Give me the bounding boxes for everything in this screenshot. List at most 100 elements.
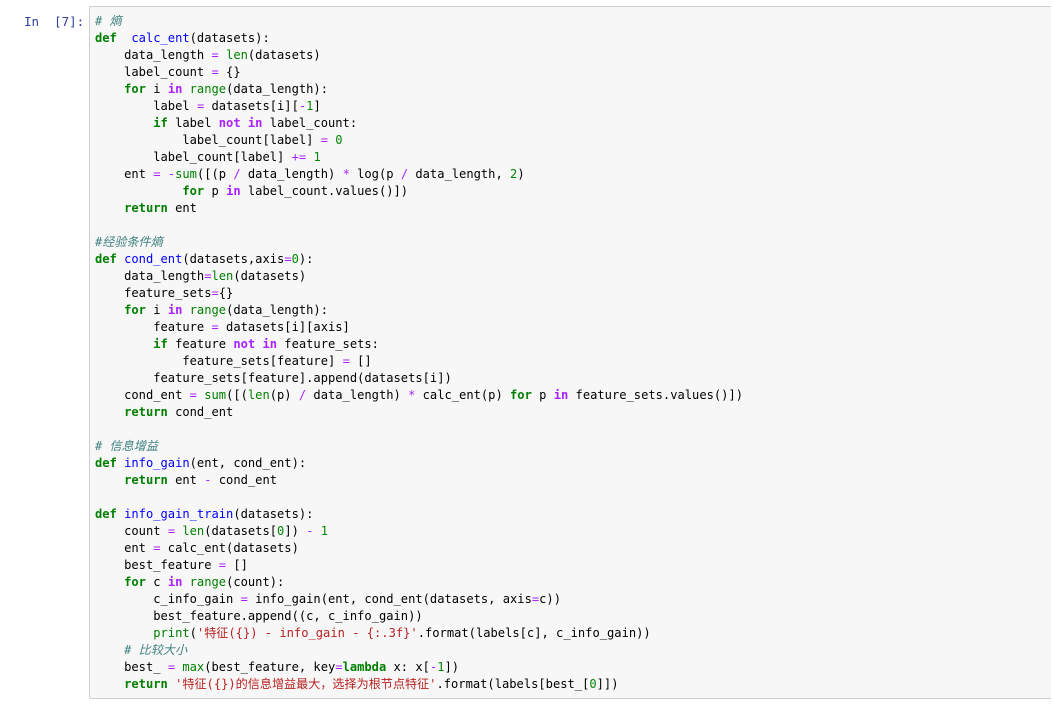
code-token: in (247, 116, 263, 130)
code-line[interactable] (95, 217, 743, 234)
code-token: def (95, 456, 117, 470)
code-line[interactable]: ent = calc_ent(datasets) (95, 540, 743, 557)
code-token: (data_length): (226, 303, 328, 317)
code-token: not (218, 116, 241, 130)
code-line[interactable]: best_feature.append((c, c_info_gain)) (95, 608, 743, 625)
code-token: (count): (226, 575, 285, 589)
code-line[interactable]: #经验条件熵 (95, 234, 743, 251)
code-token: in (167, 303, 183, 317)
code-line[interactable]: if label not in label_count: (95, 115, 743, 132)
code-line[interactable]: cond_ent = sum([(len(p) / data_length) *… (95, 387, 743, 404)
code-line[interactable]: feature = datasets[i][axis] (95, 319, 743, 336)
code-token: 1 (320, 524, 328, 538)
code-line[interactable] (95, 489, 743, 506)
code-token: def (95, 31, 117, 45)
code-line[interactable]: feature_sets[feature] = [] (95, 353, 743, 370)
code-line[interactable]: label_count[label] += 1 (95, 149, 743, 166)
code-line[interactable]: print('特征({}) - info_gain - {:.3f}'.form… (95, 625, 743, 642)
code-line[interactable]: data_length=len(datasets) (95, 268, 743, 285)
code-line[interactable]: if feature not in feature_sets: (95, 336, 743, 353)
code-token: sum (204, 388, 227, 402)
code-line[interactable]: for i in range(data_length): (95, 81, 743, 98)
code-content[interactable]: # 熵 def calc_ent(datasets): data_length =… (95, 13, 743, 693)
code-line[interactable]: for p in label_count.values()]) (95, 183, 743, 200)
code-editor[interactable]: # 熵 def calc_ent(datasets): data_length =… (89, 6, 1051, 699)
code-comment: # 信息增益 (95, 439, 158, 453)
code-token: label_count[label] (95, 150, 292, 164)
code-token: c)) (539, 592, 561, 606)
code-line[interactable]: c_info_gain = info_gain(ent, cond_ent(da… (95, 591, 743, 608)
code-token: data_length, (408, 167, 511, 181)
code-line[interactable]: def cond_ent(datasets,axis=0): (95, 251, 743, 268)
code-line[interactable]: return '特征({})的信息增益最大，选择为根节点特征'.format(l… (95, 676, 743, 693)
code-line[interactable]: # 信息增益 (95, 438, 743, 455)
code-token: 1 (437, 660, 445, 674)
code-token: label_count.values()]) (240, 184, 409, 198)
code-token: = (211, 65, 219, 79)
code-token: range (189, 575, 227, 589)
code-line[interactable]: label_count[label] = 0 (95, 132, 743, 149)
code-line[interactable]: feature_sets={} (95, 285, 743, 302)
code-token: = (211, 286, 219, 300)
code-line[interactable]: def info_gain(ent, cond_ent): (95, 455, 743, 472)
code-line[interactable]: for c in range(count): (95, 574, 743, 591)
code-comment: # 比较大小 (124, 643, 188, 657)
code-token: * (342, 167, 350, 181)
code-token: data_length) (306, 388, 409, 402)
code-comment: #经验条件熵 (95, 235, 163, 249)
code-token: ([(p (196, 167, 234, 181)
code-token: = (153, 167, 161, 181)
code-line[interactable] (95, 421, 743, 438)
code-line[interactable]: def calc_ent(datasets): (95, 30, 743, 47)
code-line[interactable]: ent = -sum([(p / data_length) * log(p / … (95, 166, 743, 183)
code-line[interactable]: for i in range(data_length): (95, 302, 743, 319)
code-token: ] (313, 99, 321, 113)
code-line[interactable]: return cond_ent (95, 404, 743, 421)
code-line[interactable]: # 熵 (95, 13, 743, 30)
code-token: = (153, 541, 161, 555)
code-token: in (262, 337, 278, 351)
code-token: for (182, 184, 205, 198)
code-token: (datasets) (247, 48, 321, 62)
code-token: c_info_gain (95, 592, 241, 606)
code-token: cond_ent (95, 388, 190, 402)
code-line[interactable]: def info_gain_train(datasets): (95, 506, 743, 523)
code-token: ([( (226, 388, 248, 402)
code-token: i (145, 303, 168, 317)
code-token: = (218, 558, 227, 572)
code-string: '特征({}) - info_gain - {:.3f}' (196, 626, 418, 640)
code-line[interactable]: label = datasets[i][-1] (95, 98, 743, 115)
code-token: 1 (313, 150, 321, 164)
code-token: len (247, 388, 270, 402)
code-cell[interactable]: In [7]: # 熵 def calc_ent(datasets): data_… (0, 0, 1052, 708)
code-token: ]) (284, 524, 307, 538)
code-token: return (124, 677, 168, 691)
code-token: cond_ent (211, 473, 278, 487)
code-token: sum (175, 167, 197, 181)
code-token: ent (95, 541, 154, 555)
code-line[interactable]: return ent (95, 200, 743, 217)
code-token: info_gain_train (124, 507, 234, 521)
code-line[interactable]: label_count = {} (95, 64, 743, 81)
code-token: calc_ent(datasets) (160, 541, 299, 555)
code-line[interactable]: count = len(datasets[0]) - 1 (95, 523, 743, 540)
code-token: return (124, 473, 168, 487)
code-token: ( (189, 626, 197, 640)
code-line[interactable]: # 比较大小 (95, 642, 743, 659)
code-line[interactable]: data_length = len(datasets) (95, 47, 743, 64)
code-token: (data_length): (226, 82, 328, 96)
code-line[interactable]: best_ = max(best_feature, key=lambda x: … (95, 659, 743, 676)
code-line[interactable]: feature_sets[feature].append(datasets[i]… (95, 370, 743, 387)
code-line[interactable]: best_feature = [] (95, 557, 743, 574)
code-token: ent (167, 473, 205, 487)
code-string: '特征({})的信息增益最大，选择为根节点特征' (175, 677, 437, 691)
code-line[interactable]: return ent - cond_ent (95, 472, 743, 489)
